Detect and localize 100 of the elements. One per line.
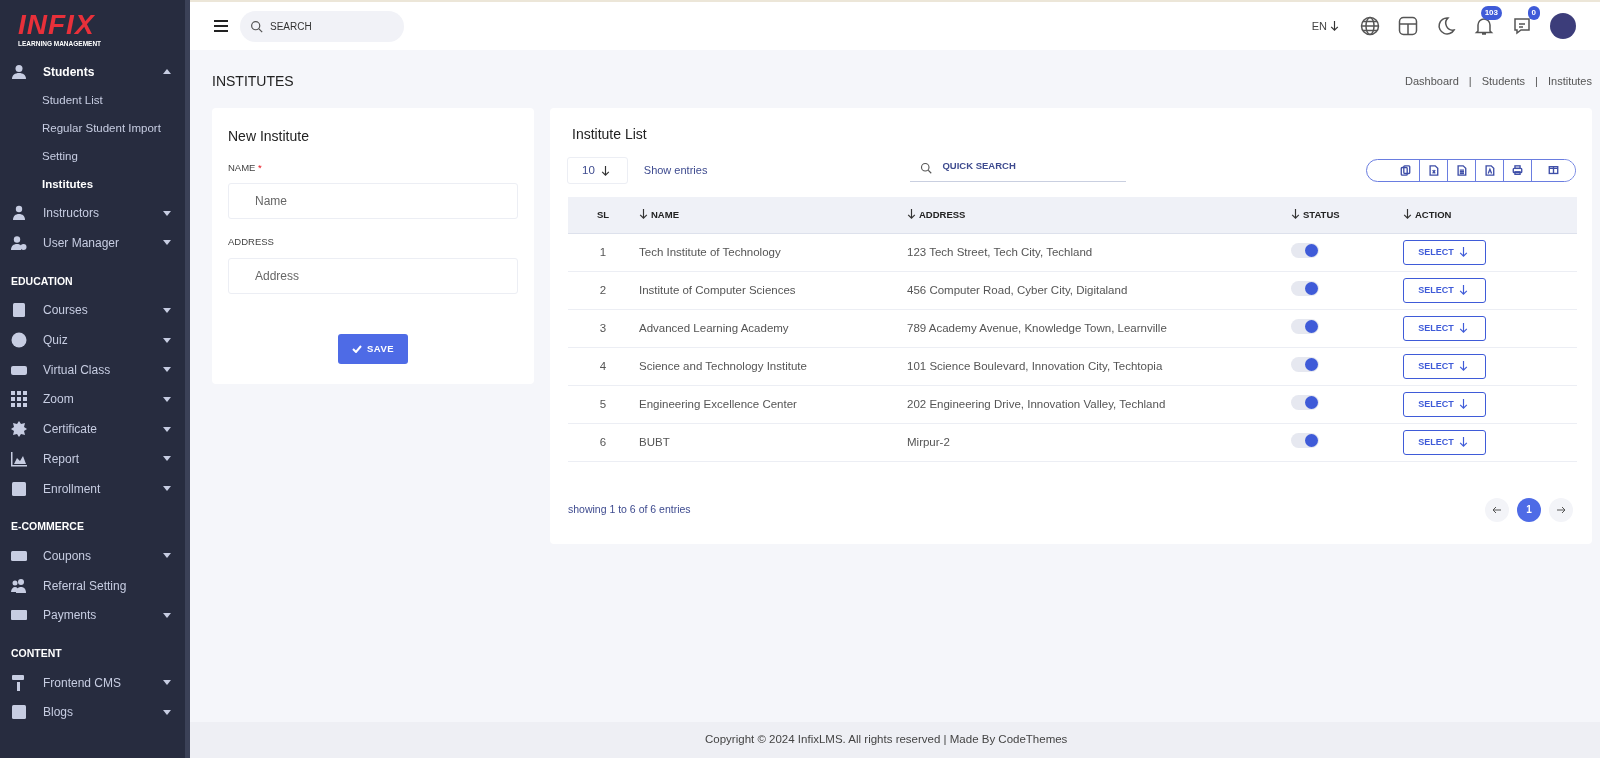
sidebar-item[interactable]: Quiz (0, 325, 185, 355)
breadcrumb-link[interactable]: Students (1481, 72, 1526, 90)
column-header[interactable]: STATUS (1290, 197, 1402, 234)
sidebar-item[interactable]: User Manager (0, 228, 185, 258)
status-toggle[interactable] (1291, 356, 1319, 372)
sidebar-item[interactable]: Frontend CMS (0, 667, 185, 698)
document-icon (1456, 165, 1467, 177)
table-cell: Tech Institute of Technology (638, 233, 906, 272)
input-field[interactable]: Name (228, 183, 518, 220)
sidebar-item[interactable]: Blogs (0, 697, 185, 728)
field-label: NAME * (228, 161, 263, 175)
sidebar-item[interactable]: Virtual Class (0, 354, 185, 385)
search-field[interactable]: SEARCH (240, 10, 404, 42)
select-dropdown[interactable]: SELECT (1403, 391, 1486, 417)
table-cell: 456 Computer Road, Cyber City, Digitaland (906, 271, 1290, 310)
user-icon (11, 63, 27, 80)
status-toggle[interactable] (1291, 280, 1319, 296)
export-button[interactable] (1531, 160, 1575, 182)
sidebar-item[interactable]: Payments (0, 600, 185, 631)
footer-text: Copyright © 2024 InfixLMS. All rights reserved | Made By CodeThemes (705, 732, 1068, 748)
arrow-down-icon (1458, 323, 1468, 334)
status-toggle[interactable] (1291, 394, 1319, 410)
sidebar-item[interactable]: Students (0, 56, 185, 87)
column-header[interactable]: ACTION (1402, 197, 1577, 234)
sidebar-label: Payments (43, 607, 97, 625)
sidebar-subitem[interactable]: Student List (0, 86, 185, 115)
table-cell: Mirpur-2 (906, 423, 1290, 462)
arrow-down-icon (1330, 20, 1339, 31)
table-cell: 5 (568, 385, 638, 424)
paint-roller-icon (11, 674, 27, 691)
sidebar-item[interactable]: Certificate (0, 414, 185, 444)
status-toggle[interactable] (1291, 318, 1319, 334)
avatar[interactable] (1550, 13, 1576, 39)
breadcrumb-link[interactable]: Institutes (1547, 72, 1592, 90)
section-heading: E-COMMERCE (10, 519, 85, 535)
sidebar-label: Blogs (43, 704, 74, 722)
spreadsheet-icon (1428, 165, 1439, 177)
sidebar-label: Courses (43, 302, 88, 320)
chart-icon (11, 450, 27, 467)
select-dropdown[interactable]: SELECT (1403, 239, 1486, 265)
sidebar-item[interactable]: Referral Setting (0, 570, 185, 601)
status-toggle[interactable] (1291, 432, 1319, 448)
arrow-right-icon (1556, 504, 1566, 515)
table-cell: 123 Tech Street, Tech City, Techland (906, 233, 1290, 272)
sidebar-item[interactable]: Enrollment (0, 473, 185, 504)
arrow-down-icon (1458, 285, 1468, 296)
column-header[interactable]: ADDRESS (906, 197, 1290, 234)
sidebar-label: Report (43, 450, 80, 468)
layout-icon[interactable] (1398, 16, 1418, 36)
show-entries-label: Show entries (643, 163, 708, 179)
users-icon (11, 577, 27, 594)
sidebar-label: Quiz (43, 332, 68, 350)
input-field[interactable]: Address (228, 257, 518, 294)
language-selector[interactable]: EN (1311, 17, 1342, 35)
notification-count: 103 (1480, 6, 1502, 20)
select-dropdown[interactable]: SELECT (1403, 315, 1486, 341)
sidebar-label: Zoom (43, 391, 74, 409)
sidebar-subitem[interactable]: Setting (0, 142, 185, 171)
sidebar-label: Coupons (43, 547, 92, 565)
breadcrumb-link[interactable]: Dashboard (1405, 72, 1459, 90)
search-icon (250, 19, 263, 33)
moon-icon[interactable] (1436, 16, 1456, 36)
sidebar-label: Students (43, 63, 95, 81)
sidebar-subitem[interactable]: Institutes (0, 170, 185, 199)
section-heading: CONTENT (10, 646, 63, 662)
sidebar-label: Referral Setting (43, 577, 127, 595)
print-icon (1512, 165, 1523, 177)
sidebar-item[interactable]: Report (0, 444, 185, 474)
entries-info: showing 1 to 6 of 6 entries (568, 501, 691, 517)
table-cell: 101 Science Boulevard, Innovation City, Techtopia (906, 347, 1290, 386)
sidebar-label: Frontend CMS (43, 674, 122, 692)
arrow-left-icon (1492, 504, 1502, 515)
sidebar-subitem[interactable]: Regular Student Import (0, 114, 185, 143)
table-cell: Engineering Excellence Center (638, 385, 906, 424)
menu-icon[interactable] (214, 20, 228, 32)
sidebar-item[interactable]: Instructors (0, 198, 185, 229)
arrow-down-icon (1458, 361, 1468, 372)
sidebar-label: Certificate (43, 421, 98, 439)
sidebar-label: User Manager (43, 234, 120, 252)
table-cell: 789 Academy Avenue, Knowledge Town, Learnville (906, 309, 1290, 348)
column-header[interactable]: NAME (638, 197, 906, 234)
status-toggle[interactable] (1291, 242, 1319, 258)
select-dropdown[interactable]: SELECT (1403, 429, 1486, 455)
sidebar-item[interactable]: Zoom (0, 384, 185, 415)
bell-icon[interactable] (1474, 16, 1494, 36)
form-title: New Institute (228, 127, 310, 146)
page-size-select[interactable]: 10 (567, 157, 628, 185)
select-dropdown[interactable]: SELECT (1403, 277, 1486, 303)
sidebar-item[interactable]: Courses (0, 295, 185, 326)
select-dropdown[interactable]: SELECT (1403, 353, 1486, 379)
field-label: ADDRESS (228, 235, 275, 250)
page-button[interactable]: 1 (1517, 497, 1541, 522)
save-button[interactable]: SAVE (337, 333, 409, 364)
seal-icon (11, 421, 27, 438)
chat-icon[interactable] (1512, 16, 1532, 36)
sidebar-item[interactable]: Coupons (0, 541, 185, 571)
globe-icon[interactable] (1360, 16, 1380, 36)
column-header: SL (568, 197, 638, 234)
table-cell: Institute of Computer Sciences (638, 271, 906, 310)
arrow-down-icon (1458, 437, 1468, 448)
